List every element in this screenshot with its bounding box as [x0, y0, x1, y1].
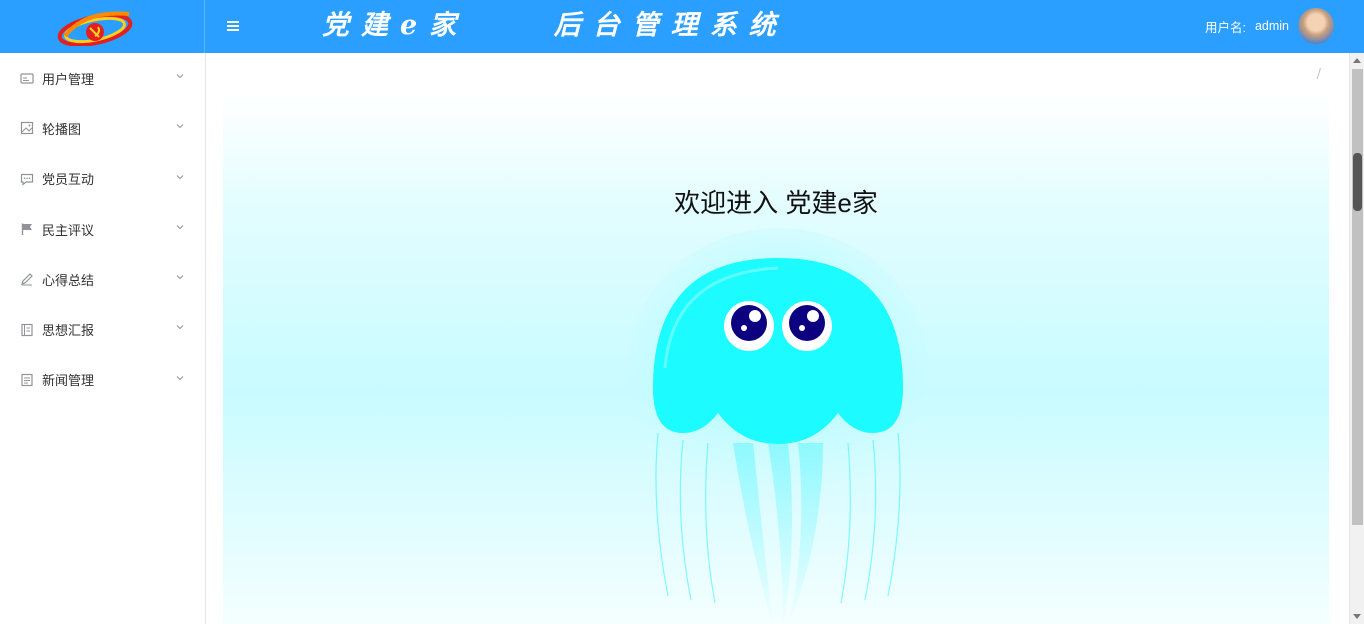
chevron-down-icon — [176, 174, 184, 179]
picture-icon — [20, 121, 34, 135]
hamburger-icon[interactable] — [224, 17, 242, 35]
chevron-down-icon — [176, 74, 184, 79]
chevron-down-icon — [176, 124, 184, 129]
document-icon — [20, 373, 34, 387]
app-title: 党建e家 后台管理系统 — [322, 10, 788, 41]
scroll-up-arrow[interactable] — [1353, 58, 1361, 63]
party-emblem-logo — [57, 11, 133, 46]
sidebar-item-label: 新闻管理 — [42, 373, 95, 389]
sidebar-item-label: 用户管理 — [42, 71, 95, 87]
scroll-thumb[interactable] — [1353, 153, 1362, 211]
top-header: 党建e家 后台管理系统 用户名: admin — [0, 0, 1364, 53]
sidebar-item-label: 心得总结 — [42, 272, 95, 288]
chevron-down-icon — [176, 275, 184, 280]
sidebar-item-news-management[interactable]: 新闻管理 — [0, 355, 205, 405]
sidebar-item-label: 民主评议 — [42, 222, 95, 238]
sidebar-menu: 用户管理 轮播图 党员互动 民主评议 心得总结 思想汇报 新闻管理 — [0, 53, 206, 624]
chat-bubble-icon — [20, 172, 34, 186]
sidebar-item-member-interaction[interactable]: 党员互动 — [0, 154, 205, 204]
chevron-down-icon — [176, 225, 184, 230]
chevron-down-icon — [176, 325, 184, 330]
welcome-panel: 欢迎进入 党建e家 — [223, 93, 1329, 624]
sidebar-item-label: 轮播图 — [42, 121, 82, 137]
id-card-icon — [20, 71, 34, 85]
user-avatar[interactable] — [1298, 8, 1334, 44]
notebook-icon — [20, 323, 34, 337]
sidebar-item-label: 思想汇报 — [42, 323, 95, 339]
pen-icon — [20, 272, 34, 286]
scroll-track — [1352, 69, 1363, 525]
sidebar-item-thought-report[interactable]: 思想汇报 — [0, 304, 205, 354]
user-name: admin — [1254, 19, 1289, 33]
sidebar-item-democratic-review[interactable]: 民主评议 — [0, 204, 205, 254]
main-content: / 欢迎进入 党建e家 — [206, 53, 1349, 624]
flag-icon — [20, 222, 34, 236]
breadcrumb: / — [1316, 67, 1321, 82]
scroll-down-arrow[interactable] — [1353, 614, 1361, 619]
chevron-down-icon — [176, 375, 184, 380]
user-label: 用户名: — [1204, 20, 1246, 35]
sidebar-item-experience-summary[interactable]: 心得总结 — [0, 254, 205, 304]
logo-area — [0, 0, 205, 53]
vertical-scrollbar[interactable] — [1349, 53, 1364, 624]
sidebar-item-carousel[interactable]: 轮播图 — [0, 103, 205, 153]
user-info: 用户名: admin — [1205, 7, 1334, 45]
jellyfish-illustration — [628, 228, 928, 624]
sidebar-item-label: 党员互动 — [42, 172, 95, 188]
sidebar-item-user-management[interactable]: 用户管理 — [0, 53, 205, 103]
